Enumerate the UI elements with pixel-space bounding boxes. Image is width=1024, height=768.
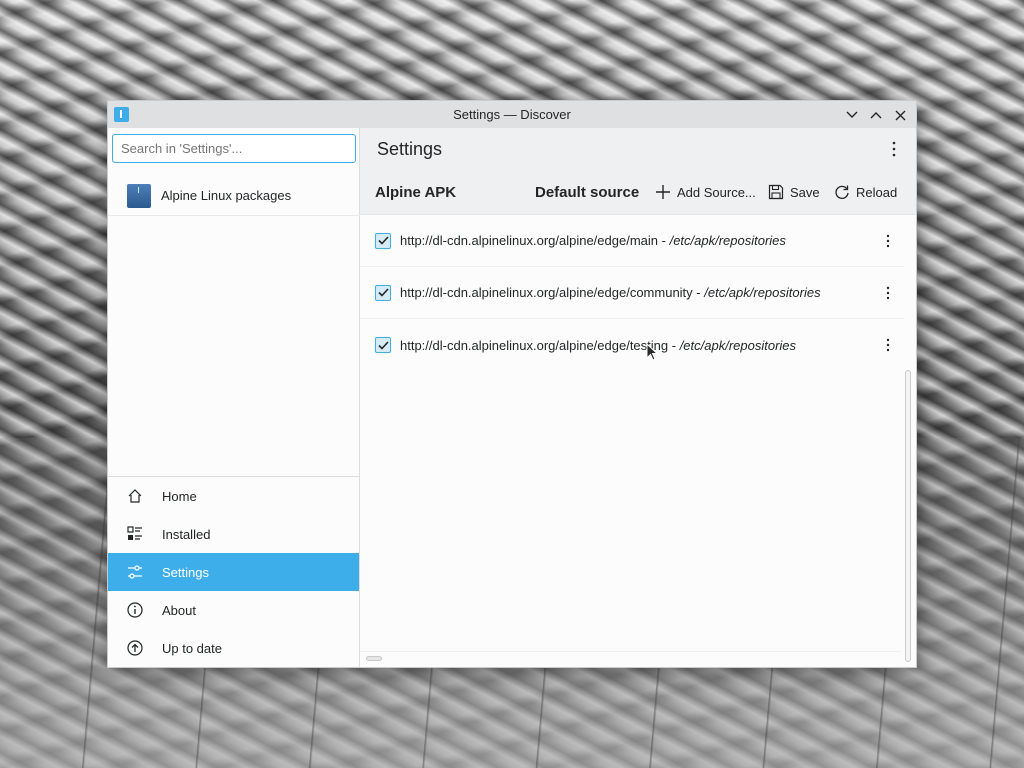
backend-toolbar: Alpine APK Default source Add Source... … [360, 170, 916, 215]
repository-separator: - [692, 285, 705, 300]
repository-url: http://dl-cdn.alpinelinux.org/alpine/edg… [400, 233, 659, 248]
save-label: Save [790, 184, 820, 200]
reload-icon [835, 185, 849, 199]
nav-item-home[interactable]: Home [108, 477, 359, 515]
window-title: Settings — Discover [453, 107, 571, 122]
backend-name: Alpine APK [375, 184, 457, 201]
checkmark-icon [377, 340, 389, 350]
add-source-label: Add Source... [677, 184, 756, 200]
repository-row: http://dl-cdn.alpinelinux.org/alpine/edg… [360, 319, 904, 371]
nav-item-up-to-date[interactable]: Up to date [108, 629, 359, 667]
repository-enabled-checkbox[interactable] [375, 284, 391, 301]
kebab-menu-icon [886, 286, 890, 300]
kebab-menu-icon [892, 141, 896, 157]
kebab-menu-icon [886, 338, 890, 352]
window-controls [842, 105, 910, 125]
repository-separator: - [658, 233, 670, 248]
repository-menu-button[interactable] [878, 334, 898, 356]
nav-item-label: Home [162, 488, 197, 504]
repository-separator: - [668, 337, 680, 353]
discover-window: Settings — Discover Alpine Linux package… [107, 100, 917, 668]
minimize-button[interactable] [842, 105, 862, 125]
navigation-menu: Home Installed Settings About Up to date [108, 476, 359, 667]
home-icon [126, 487, 144, 505]
source-item-alpine-linux-packages[interactable]: Alpine Linux packages [108, 176, 360, 216]
vertical-scrollbar[interactable] [905, 370, 911, 662]
close-button[interactable] [890, 105, 910, 125]
chevron-down-icon [846, 111, 858, 118]
add-source-button[interactable]: Add Source... [655, 181, 756, 203]
search-input[interactable] [112, 134, 356, 163]
repository-file-path: /etc/apk/repositories [679, 337, 797, 353]
sidebar: Alpine Linux packages Home Installed [108, 128, 360, 667]
up-arrow-icon [126, 639, 144, 657]
repository-file-path: /etc/apk/repositories [704, 285, 821, 300]
scroll-area-divider [360, 651, 901, 652]
nav-item-about[interactable]: About [108, 591, 359, 629]
repository-menu-button[interactable] [878, 282, 898, 304]
repository-url: http://dl-cdn.alpinelinux.org/alpine/edg… [400, 337, 669, 353]
save-icon [768, 184, 784, 200]
nav-item-label: About [162, 602, 196, 618]
nav-item-label: Settings [162, 564, 209, 580]
nav-item-installed[interactable]: Installed [108, 515, 359, 553]
maximize-button[interactable] [866, 105, 886, 125]
repository-row: http://dl-cdn.alpinelinux.org/alpine/edg… [360, 267, 904, 319]
source-item-label: Alpine Linux packages [161, 188, 292, 203]
package-icon [127, 183, 151, 208]
page-menu-button[interactable] [884, 138, 904, 160]
main-content: Settings Alpine APK Default source Add S… [360, 128, 916, 667]
repository-row: http://dl-cdn.alpinelinux.org/alpine/edg… [360, 215, 904, 267]
kebab-menu-icon [886, 234, 890, 248]
page-header: Settings [360, 128, 916, 170]
horizontal-scrollbar[interactable] [366, 656, 382, 661]
repository-list: http://dl-cdn.alpinelinux.org/alpine/edg… [360, 215, 904, 371]
info-icon [126, 601, 144, 619]
mouse-cursor-icon [646, 343, 658, 361]
nav-item-settings[interactable]: Settings [108, 553, 359, 591]
page-title: Settings [377, 139, 443, 159]
repository-enabled-checkbox[interactable] [375, 337, 391, 353]
settings-sliders-icon [126, 563, 144, 581]
repository-file-path: /etc/apk/repositories [669, 233, 786, 248]
installed-icon [126, 525, 144, 543]
plus-icon [656, 185, 670, 199]
close-icon [895, 110, 905, 120]
checkmark-icon [377, 288, 389, 297]
repository-url: http://dl-cdn.alpinelinux.org/alpine/edg… [400, 285, 693, 300]
repository-menu-button[interactable] [878, 230, 898, 252]
chevron-up-icon [870, 112, 882, 119]
titlebar: Settings — Discover [108, 101, 916, 128]
repository-enabled-checkbox[interactable] [375, 232, 391, 249]
reload-button[interactable]: Reload [834, 181, 897, 203]
save-button[interactable]: Save [768, 181, 820, 203]
nav-item-label: Installed [162, 526, 211, 542]
reload-label: Reload [856, 184, 898, 200]
discover-app-icon[interactable] [114, 107, 129, 122]
nav-item-label: Up to date [162, 640, 222, 656]
checkmark-icon [377, 236, 389, 245]
default-source-button[interactable]: Default source [535, 184, 639, 201]
